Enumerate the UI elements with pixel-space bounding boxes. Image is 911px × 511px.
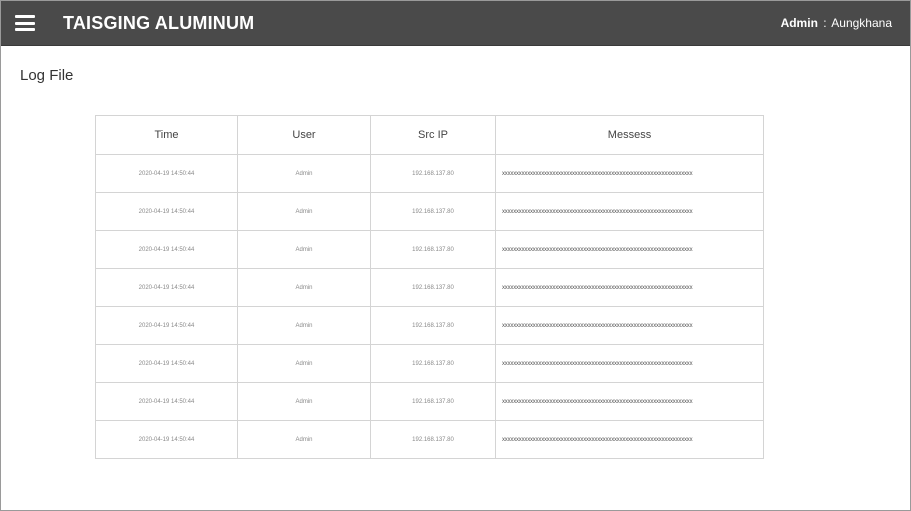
cell-time: 2020-04-19 14:50:44 (95, 306, 238, 345)
page-title: Log File (20, 67, 74, 84)
table-row[interactable]: 2020-04-19 14:50:44 Admin 192.168.137.80… (95, 192, 764, 231)
table-row[interactable]: 2020-04-19 14:50:44 Admin 192.168.137.80… (95, 154, 764, 193)
menu-line (15, 28, 35, 31)
column-header-user: User (237, 115, 371, 155)
menu-line (15, 21, 35, 25)
cell-src-ip: 192.168.137.80 (370, 230, 496, 269)
cell-src-ip: 192.168.137.80 (370, 344, 496, 383)
table-row[interactable]: 2020-04-19 14:50:44 Admin 192.168.137.80… (95, 382, 764, 421)
cell-src-ip: 192.168.137.80 (370, 268, 496, 307)
table-row[interactable]: 2020-04-19 14:50:44 Admin 192.168.137.80… (95, 344, 764, 383)
cell-message: xxxxxxxxxxxxxxxxxxxxxxxxxxxxxxxxxxxxxxxx… (495, 344, 764, 383)
table-row[interactable]: 2020-04-19 14:50:44 Admin 192.168.137.80… (95, 268, 764, 307)
user-separator: : (823, 16, 827, 30)
cell-src-ip: 192.168.137.80 (370, 420, 496, 459)
cell-time: 2020-04-19 14:50:44 (95, 230, 238, 269)
user-role: Admin (780, 16, 818, 30)
cell-user: Admin (237, 344, 371, 383)
cell-message: xxxxxxxxxxxxxxxxxxxxxxxxxxxxxxxxxxxxxxxx… (495, 306, 764, 345)
cell-message: xxxxxxxxxxxxxxxxxxxxxxxxxxxxxxxxxxxxxxxx… (495, 268, 764, 307)
menu-line (15, 15, 35, 18)
cell-message: xxxxxxxxxxxxxxxxxxxxxxxxxxxxxxxxxxxxxxxx… (495, 230, 764, 269)
app-window: TAISGING ALUMINUM Admin : Aungkhana Log … (0, 0, 911, 511)
cell-user: Admin (237, 192, 371, 231)
column-header-src-ip: Src IP (370, 115, 496, 155)
cell-time: 2020-04-19 14:50:44 (95, 382, 238, 421)
cell-user: Admin (237, 154, 371, 193)
cell-user: Admin (237, 268, 371, 307)
hamburger-menu-icon[interactable] (15, 15, 35, 31)
cell-src-ip: 192.168.137.80 (370, 154, 496, 193)
table-row[interactable]: 2020-04-19 14:50:44 Admin 192.168.137.80… (95, 420, 764, 459)
column-header-message: Messess (495, 115, 764, 155)
cell-message: xxxxxxxxxxxxxxxxxxxxxxxxxxxxxxxxxxxxxxxx… (495, 192, 764, 231)
cell-time: 2020-04-19 14:50:44 (95, 420, 238, 459)
cell-message: xxxxxxxxxxxxxxxxxxxxxxxxxxxxxxxxxxxxxxxx… (495, 420, 764, 459)
app-title: TAISGING ALUMINUM (63, 12, 255, 33)
cell-src-ip: 192.168.137.80 (370, 306, 496, 345)
cell-time: 2020-04-19 14:50:44 (95, 268, 238, 307)
cell-user: Admin (237, 306, 371, 345)
user-name: Aungkhana (831, 16, 892, 30)
cell-user: Admin (237, 230, 371, 269)
cell-user: Admin (237, 420, 371, 459)
cell-time: 2020-04-19 14:50:44 (95, 344, 238, 383)
cell-time: 2020-04-19 14:50:44 (95, 192, 238, 231)
top-bar: TAISGING ALUMINUM Admin : Aungkhana (1, 1, 910, 46)
cell-time: 2020-04-19 14:50:44 (95, 154, 238, 193)
column-header-time: Time (95, 115, 238, 155)
cell-message: xxxxxxxxxxxxxxxxxxxxxxxxxxxxxxxxxxxxxxxx… (495, 154, 764, 193)
user-info: Admin : Aungkhana (781, 16, 892, 30)
cell-src-ip: 192.168.137.80 (370, 192, 496, 231)
table-header-row: Time User Src IP Messess (95, 115, 764, 155)
log-table: Time User Src IP Messess 2020-04-19 14:5… (95, 115, 764, 459)
table-row[interactable]: 2020-04-19 14:50:44 Admin 192.168.137.80… (95, 230, 764, 269)
cell-user: Admin (237, 382, 371, 421)
table-row[interactable]: 2020-04-19 14:50:44 Admin 192.168.137.80… (95, 306, 764, 345)
cell-message: xxxxxxxxxxxxxxxxxxxxxxxxxxxxxxxxxxxxxxxx… (495, 382, 764, 421)
cell-src-ip: 192.168.137.80 (370, 382, 496, 421)
